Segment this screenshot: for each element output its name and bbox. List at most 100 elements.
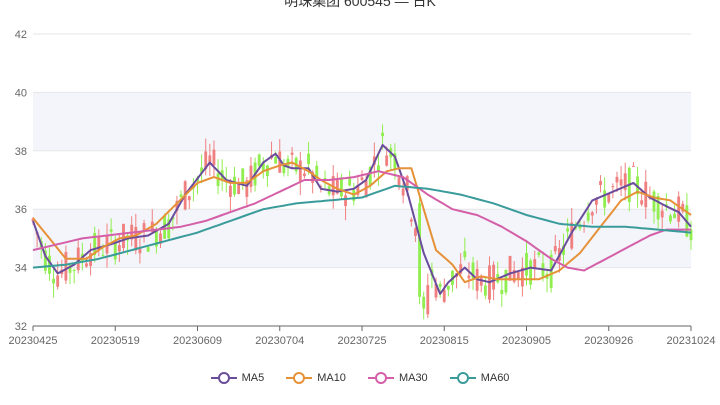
- legend-label: MA60: [480, 372, 510, 384]
- candle-body: [348, 178, 352, 186]
- candle-body: [537, 252, 541, 255]
- candle-body: [553, 245, 557, 252]
- candle-body: [529, 260, 533, 285]
- candle-body: [179, 194, 183, 198]
- candle-body: [422, 296, 426, 309]
- candle-body: [504, 269, 508, 293]
- candle-body: [302, 173, 306, 177]
- x-tick-label: 20231024: [667, 335, 716, 347]
- legend-item-ma60[interactable]: MA60: [449, 372, 510, 384]
- candle-body: [109, 229, 113, 232]
- candle-body: [669, 215, 672, 222]
- y-axis: 32 34 36 38 40 42: [15, 29, 27, 333]
- candle-body: [607, 194, 611, 203]
- candle-body: [566, 228, 570, 232]
- candle-body: [344, 195, 347, 206]
- candle-body: [228, 185, 232, 197]
- x-tick-label: 20230815: [420, 335, 469, 347]
- candle-body: [340, 177, 343, 197]
- y-tick-label: 32: [15, 321, 27, 333]
- candle-body: [586, 212, 590, 221]
- candle-body: [673, 213, 676, 219]
- candle-body: [500, 289, 504, 295]
- candle-body: [360, 177, 364, 180]
- legend-marker-icon: [449, 372, 476, 384]
- legend-item-ma30[interactable]: MA30: [367, 372, 428, 384]
- candle-body: [409, 219, 413, 222]
- candlestick-chart: 323436384042 20230425 20230519 20230609 202…: [9, 29, 716, 347]
- candle-body: [463, 251, 467, 258]
- y-tick-label: 42: [15, 29, 27, 41]
- candle-body: [72, 269, 76, 271]
- candle-body: [56, 275, 60, 287]
- candle-body: [483, 285, 487, 296]
- candle-body: [122, 223, 125, 249]
- candle-body: [599, 181, 602, 186]
- candle-body: [619, 179, 623, 186]
- candle-body: [307, 153, 310, 165]
- candle-body: [241, 168, 245, 185]
- candle-body: [590, 212, 594, 216]
- candle-body: [257, 154, 261, 166]
- candle-body: [442, 289, 446, 302]
- y-tick-label: 34: [15, 263, 27, 275]
- candle-body: [467, 275, 471, 279]
- legend-label: MA5: [241, 372, 265, 384]
- legend-item-ma10[interactable]: MA10: [286, 372, 346, 384]
- candle-body: [101, 254, 105, 256]
- candle-body: [290, 152, 294, 155]
- y-tick-label: 36: [15, 204, 27, 216]
- x-tick-label: 20230905: [502, 335, 551, 347]
- candle-body: [603, 190, 607, 208]
- candle-body: [381, 132, 384, 137]
- candle-body: [660, 210, 664, 218]
- candle-body: [298, 160, 302, 182]
- x-tick-label: 20230425: [9, 335, 58, 347]
- candle-body: [508, 255, 512, 281]
- candle-body: [52, 278, 55, 284]
- x-tick-label: 20230609: [173, 335, 222, 347]
- x-tick-label: 20230704: [255, 335, 304, 347]
- candle-body: [134, 226, 138, 251]
- candle-body: [117, 245, 121, 252]
- candle-body: [274, 157, 278, 164]
- candle-body: [631, 165, 635, 167]
- y-tick-label: 38: [15, 146, 27, 158]
- candle-body: [438, 284, 442, 288]
- candle-body: [426, 285, 430, 315]
- candle-body: [418, 203, 422, 297]
- candle-body: [401, 188, 405, 196]
- candle-body: [652, 191, 656, 212]
- candle-body: [397, 177, 401, 186]
- legend-marker-icon: [367, 372, 394, 384]
- candle-body: [187, 196, 191, 201]
- candle-body: [689, 229, 693, 241]
- legend-label: MA10: [317, 372, 346, 384]
- candle-body: [233, 176, 236, 195]
- x-tick-label: 20230926: [584, 335, 633, 347]
- candle-body: [677, 196, 681, 222]
- legend-item-ma5[interactable]: MA5: [210, 372, 265, 384]
- x-tick-label: 20230519: [91, 335, 140, 347]
- candle-body: [533, 259, 537, 269]
- candle-body: [446, 285, 450, 290]
- candle-body: [212, 149, 216, 166]
- x-tick-label: 20230725: [338, 335, 387, 347]
- candle-body: [615, 176, 619, 183]
- candle-body: [611, 186, 615, 188]
- candle-body: [146, 247, 150, 252]
- candle-body: [138, 248, 142, 254]
- candle-body: [249, 165, 253, 187]
- legend: MA5 MA10 MA30 MA60: [0, 372, 720, 384]
- x-axis: 20230425 20230519 20230609 20230704 20230725…: [9, 325, 716, 347]
- y-tick-label: 40: [15, 87, 27, 99]
- legend-marker-icon: [286, 372, 313, 384]
- legend-label: MA30: [398, 372, 428, 384]
- candle-body: [492, 264, 496, 290]
- candle-body: [525, 253, 528, 276]
- candle-body: [385, 155, 389, 166]
- candle-body: [640, 200, 644, 205]
- candle-body: [208, 155, 212, 163]
- background-band: [33, 92, 691, 151]
- legend-marker-icon: [210, 372, 237, 384]
